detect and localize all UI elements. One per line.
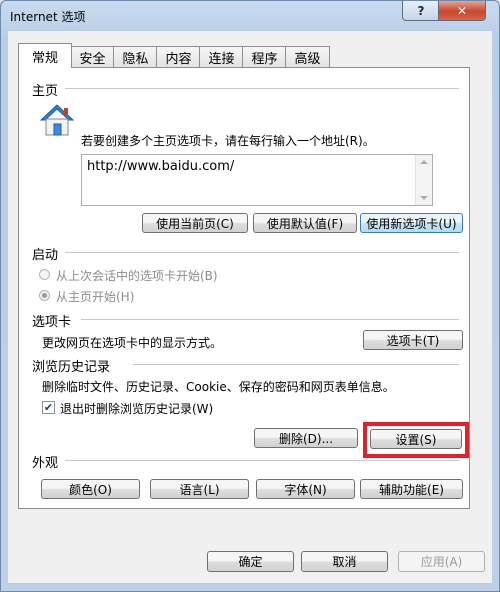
tabs-section-title: 选项卡 xyxy=(32,315,72,330)
tabs-settings-button[interactable]: 选项卡(T) xyxy=(363,330,463,350)
colors-button[interactable]: 颜色(O) xyxy=(41,479,140,499)
cancel-button[interactable]: 取消 xyxy=(301,551,388,572)
help-button[interactable]: ? xyxy=(402,1,440,21)
use-current-button[interactable]: 使用当前页(C) xyxy=(142,213,248,233)
url-scrollbar[interactable] xyxy=(415,155,432,205)
apply-button[interactable]: 应用(A) xyxy=(398,551,485,572)
section-divider xyxy=(133,364,459,365)
section-divider xyxy=(65,88,459,89)
history-section-title: 浏览历史记录 xyxy=(32,360,111,375)
close-button[interactable]: ✕ xyxy=(438,1,486,21)
section-divider xyxy=(65,460,459,461)
tab-programs[interactable]: 程序 xyxy=(242,46,287,67)
scroll-down-icon[interactable] xyxy=(420,196,428,200)
section-divider xyxy=(81,319,459,320)
window-title: Internet 选项 xyxy=(10,10,86,24)
tab-general[interactable]: 常规 xyxy=(18,43,72,68)
use-new-tab-button[interactable]: 使用新选项卡(U) xyxy=(360,213,463,233)
home-page-url-value: http://www.baidu.com/ xyxy=(87,159,235,174)
check-icon: ✔ xyxy=(43,401,54,414)
startup-home-label: 从主页开始(H) xyxy=(56,290,135,304)
history-description: 删除临时文件、历史记录、Cookie、保存的密码和网页表单信息。 xyxy=(42,380,395,394)
startup-home-radio[interactable] xyxy=(39,290,50,301)
home-description: 若要创建多个主页选项卡，请在每行输入一个地址(R)。 xyxy=(81,134,375,148)
delete-history-button[interactable]: 删除(D)... xyxy=(254,428,358,448)
internet-options-window: Internet 选项 ? ✕ 常规 安全 隐私 内容 连接 程序 高级 主页 xyxy=(0,0,500,592)
home-icon xyxy=(39,104,75,136)
startup-section-title: 启动 xyxy=(32,248,59,263)
home-section-title: 主页 xyxy=(32,84,59,99)
tab-connections[interactable]: 连接 xyxy=(199,46,244,67)
history-settings-button[interactable]: 设置(S) xyxy=(370,429,462,449)
scroll-up-icon[interactable] xyxy=(420,160,428,164)
tab-security[interactable]: 安全 xyxy=(70,46,115,67)
tab-advanced[interactable]: 高级 xyxy=(285,46,330,67)
startup-last-session-radio[interactable] xyxy=(39,269,50,280)
section-divider xyxy=(65,252,459,253)
help-icon: ? xyxy=(417,3,425,18)
title-bar[interactable]: Internet 选项 ? ✕ xyxy=(1,1,499,31)
tab-privacy[interactable]: 隐私 xyxy=(113,46,158,67)
delete-on-exit-label: 退出时删除浏览历史记录(W) xyxy=(60,402,214,416)
ok-button[interactable]: 确定 xyxy=(207,551,294,572)
appearance-section-title: 外观 xyxy=(32,456,59,471)
general-tab-panel: 主页 若要创建多个主页选项卡，请在每行输入一个地址(R)。 http://www… xyxy=(18,67,470,509)
dialog-client-area: 常规 安全 隐私 内容 连接 程序 高级 主页 若要创建多个主页选项卡，请在每行… xyxy=(8,31,492,583)
startup-last-session-label: 从上次会话中的选项卡开始(B) xyxy=(56,269,218,283)
languages-button[interactable]: 语言(L) xyxy=(150,479,249,499)
use-default-button[interactable]: 使用默认值(F) xyxy=(253,213,357,233)
accessibility-button[interactable]: 辅助功能(E) xyxy=(360,479,463,499)
delete-on-exit-checkbox[interactable]: ✔ xyxy=(42,401,55,414)
fonts-button[interactable]: 字体(N) xyxy=(256,479,355,499)
tabs-description: 更改网页在选项卡中的显示方式。 xyxy=(42,336,223,350)
home-page-url-input[interactable]: http://www.baidu.com/ xyxy=(81,154,433,206)
close-icon: ✕ xyxy=(456,3,468,18)
tab-content[interactable]: 内容 xyxy=(156,46,201,67)
